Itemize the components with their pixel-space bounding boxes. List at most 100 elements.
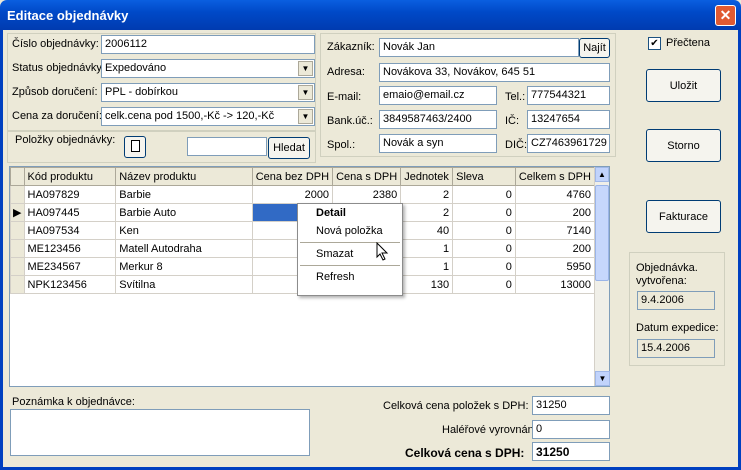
- product-name-cell[interactable]: Barbie Auto: [115, 203, 253, 222]
- grid-scrollbar[interactable]: ▲ ▼: [594, 167, 610, 386]
- total-cell[interactable]: 5950: [514, 257, 596, 276]
- units-cell[interactable]: 40: [400, 221, 454, 240]
- phone-label: Tel.:: [505, 91, 526, 103]
- items-total-field[interactable]: 31250: [532, 396, 610, 415]
- row-header[interactable]: [10, 239, 25, 258]
- shipped-label: Datum expedice:: [636, 322, 719, 334]
- row-header[interactable]: [10, 275, 25, 294]
- order-number-field[interactable]: 2006112: [101, 35, 315, 54]
- search-button[interactable]: Hledat: [268, 137, 310, 159]
- find-customer-button[interactable]: Najít: [579, 38, 610, 58]
- grand-total-field[interactable]: 31250: [532, 442, 610, 461]
- discount-cell[interactable]: 0: [452, 275, 516, 294]
- address-label: Adresa:: [327, 66, 365, 78]
- chevron-down-icon[interactable]: ▼: [298, 61, 313, 76]
- discount-cell[interactable]: 0: [452, 239, 516, 258]
- product-name-cell[interactable]: Svítilna: [115, 275, 253, 294]
- discount-cell[interactable]: 0: [452, 203, 516, 222]
- company-label: Spol.:: [327, 139, 356, 151]
- window-title: Editace objednávky: [7, 8, 129, 23]
- dic-label: DIČ:: [505, 139, 527, 151]
- product-code-cell[interactable]: HA097445: [23, 203, 117, 222]
- invoice-button[interactable]: Fakturace: [646, 200, 721, 233]
- address-field[interactable]: Novákova 33, Novákov, 645 51: [379, 63, 610, 82]
- row-header[interactable]: [10, 257, 25, 276]
- product-code-cell[interactable]: ME234567: [23, 257, 117, 276]
- item-search-input[interactable]: [187, 137, 267, 156]
- product-code-cell[interactable]: NPK123456: [23, 275, 117, 294]
- column-header[interactable]: Celkem s DPH: [514, 167, 596, 186]
- column-header[interactable]: Název produktu: [115, 167, 253, 186]
- price-gross-cell[interactable]: 2380: [332, 185, 402, 204]
- total-cell[interactable]: 7140: [514, 221, 596, 240]
- chevron-down-icon[interactable]: ▼: [298, 109, 313, 124]
- menu-separator: [300, 265, 400, 266]
- current-row-arrow-icon: ▶: [13, 207, 22, 219]
- customer-name-field[interactable]: Novák Jan: [379, 38, 579, 57]
- items-label: Položky objednávky:: [15, 134, 116, 146]
- delivery-label: Způsob doručení:: [12, 86, 98, 98]
- total-cell[interactable]: 4760: [514, 185, 596, 204]
- chevron-down-icon[interactable]: ▼: [298, 85, 313, 100]
- units-cell[interactable]: 2: [400, 185, 454, 204]
- column-header[interactable]: Jednotek: [400, 167, 454, 186]
- note-textarea[interactable]: [10, 409, 310, 456]
- note-label: Poznámka k objednávce:: [12, 396, 135, 408]
- menu-item-new-item[interactable]: Nová položka: [298, 222, 402, 240]
- delivery-price-value: celk.cena pod 1500,-Kč -> 120,-Kč: [105, 110, 275, 122]
- units-cell[interactable]: 1: [400, 257, 454, 276]
- discount-cell[interactable]: 0: [452, 221, 516, 240]
- discount-cell[interactable]: 0: [452, 185, 516, 204]
- units-cell[interactable]: 130: [400, 275, 454, 294]
- menu-item-detail[interactable]: Detail: [298, 204, 402, 222]
- column-header[interactable]: Cena bez DPH: [251, 167, 334, 186]
- units-cell[interactable]: 2: [400, 203, 454, 222]
- created-field: 9.4.2006: [637, 291, 715, 310]
- read-checkbox[interactable]: ✔: [648, 37, 661, 50]
- row-header[interactable]: ▶: [10, 203, 25, 222]
- column-header[interactable]: Cena s DPH: [332, 167, 402, 186]
- total-cell[interactable]: 200: [514, 203, 596, 222]
- total-cell[interactable]: 13000: [514, 275, 596, 294]
- column-header[interactable]: Sleva: [452, 167, 516, 186]
- column-header[interactable]: Kód produktu: [23, 167, 117, 186]
- product-name-cell[interactable]: Matell Autodraha: [115, 239, 253, 258]
- ic-field[interactable]: 13247654: [527, 110, 610, 129]
- menu-item-refresh[interactable]: Refresh: [298, 268, 402, 286]
- delivery-select[interactable]: PPL - dobírkou ▼: [101, 83, 315, 102]
- row-header[interactable]: [10, 185, 25, 204]
- scroll-thumb[interactable]: [595, 185, 609, 281]
- items-total-label: Celková cena položek s DPH:: [383, 400, 529, 412]
- close-button[interactable]: ✕: [715, 5, 736, 26]
- table-row[interactable]: HA097829 Barbie 2000 2380 2 0 4760: [10, 185, 596, 204]
- units-cell[interactable]: 1: [400, 239, 454, 258]
- total-cell[interactable]: 200: [514, 239, 596, 258]
- rounding-field[interactable]: 0: [532, 420, 610, 439]
- grid-corner: [10, 167, 25, 186]
- save-button[interactable]: Uložit: [646, 69, 721, 102]
- close-icon: ✕: [719, 7, 732, 23]
- delivery-price-select[interactable]: celk.cena pod 1500,-Kč -> 120,-Kč ▼: [101, 107, 315, 126]
- product-name-cell[interactable]: Merkur 8: [115, 257, 253, 276]
- grand-total-label: Celková cena s DPH:: [405, 446, 525, 460]
- product-code-cell[interactable]: ME123456: [23, 239, 117, 258]
- dic-field[interactable]: CZ7463961729: [527, 134, 610, 153]
- bank-field[interactable]: 3849587463/2400: [379, 110, 497, 129]
- email-field[interactable]: emaio@email.cz: [379, 86, 497, 105]
- cancel-button[interactable]: Storno: [646, 129, 721, 162]
- created-label: Objednávka. vytvořena:: [636, 262, 698, 287]
- price-net-cell[interactable]: 2000: [251, 185, 334, 204]
- row-header[interactable]: [10, 221, 25, 240]
- product-code-cell[interactable]: HA097829: [23, 185, 117, 204]
- product-code-cell[interactable]: HA097534: [23, 221, 117, 240]
- product-name-cell[interactable]: Barbie: [115, 185, 253, 204]
- phone-field[interactable]: 777544321: [527, 86, 610, 105]
- scroll-down-icon[interactable]: ▼: [595, 371, 610, 386]
- new-item-button[interactable]: [124, 136, 146, 158]
- order-status-select[interactable]: Expedováno ▼: [101, 59, 315, 78]
- customer-name-label: Zákazník:: [327, 41, 375, 53]
- company-field[interactable]: Novák a syn: [379, 134, 497, 153]
- discount-cell[interactable]: 0: [452, 257, 516, 276]
- product-name-cell[interactable]: Ken: [115, 221, 253, 240]
- scroll-up-icon[interactable]: ▲: [595, 167, 609, 182]
